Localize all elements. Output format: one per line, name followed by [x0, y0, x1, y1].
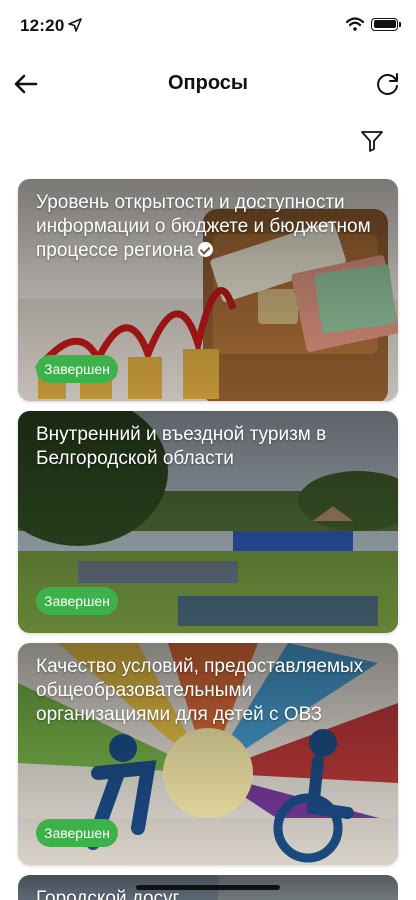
- survey-list: Уровень открытости и доступности информа…: [18, 179, 398, 900]
- nav-bar: Опросы: [0, 60, 416, 110]
- survey-title: Внутренний и въездной туризм в Белгородс…: [36, 424, 327, 469]
- battery-icon: [371, 17, 401, 31]
- status-bar: 12:20: [0, 0, 416, 50]
- survey-card[interactable]: Внутренний и въездной туризм в Белгородс…: [18, 411, 398, 633]
- survey-title: Качество условий, предоставляемых общеоб…: [36, 656, 364, 725]
- wifi-icon: [346, 17, 364, 31]
- screen: 12:20 Опросы Уровень открытости и доступ…: [0, 0, 416, 900]
- status-badge: Завершен: [36, 355, 118, 383]
- refresh-button[interactable]: [372, 68, 404, 100]
- location-arrow-icon: [68, 18, 82, 32]
- page-title: Опросы: [167, 72, 248, 94]
- survey-title: Уровень открытости и доступности информа…: [36, 192, 371, 261]
- status-badge: Завершен: [36, 819, 118, 847]
- status-indicators: [346, 17, 401, 31]
- refresh-icon: [377, 73, 398, 95]
- survey-card[interactable]: Качество условий, предоставляемых общеоб…: [18, 643, 398, 865]
- status-badge: Завершен: [36, 587, 118, 615]
- status-time: 12:20: [20, 16, 65, 35]
- filter-button[interactable]: [358, 127, 386, 155]
- survey-card[interactable]: Уровень открытости и доступности информа…: [18, 179, 398, 401]
- verified-check-icon: [197, 242, 213, 257]
- filter-icon: [361, 131, 383, 152]
- home-indicator: [136, 885, 280, 890]
